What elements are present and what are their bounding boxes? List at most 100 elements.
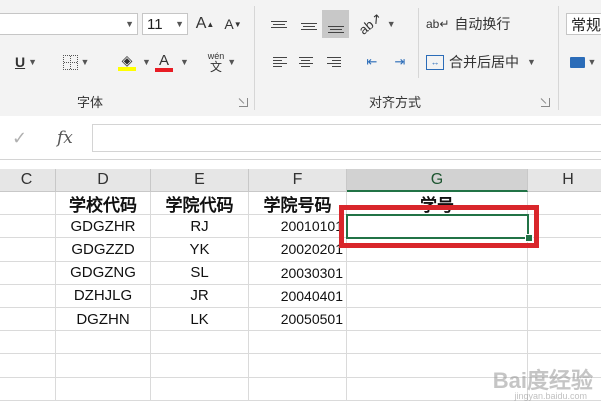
cell-d1[interactable]: 学校代码 <box>56 192 151 216</box>
cell-g5[interactable] <box>347 284 528 308</box>
cell-d5[interactable]: DZHJLG <box>56 284 151 308</box>
chevron-down-icon: ▼ <box>125 19 134 29</box>
cell-e3[interactable]: YK <box>151 238 249 262</box>
decrease-indent-icon: ⇤ <box>366 54 378 69</box>
align-center-button[interactable] <box>294 50 318 74</box>
cell-d8[interactable] <box>56 354 151 378</box>
cell-d3[interactable]: GDGZZD <box>56 238 151 262</box>
font-color-button[interactable]: A <box>152 48 176 76</box>
cell-d7[interactable] <box>56 331 151 355</box>
cell-c8[interactable] <box>0 354 56 378</box>
align-left-icon <box>273 55 287 69</box>
cell-c5[interactable] <box>0 284 56 308</box>
chevron-down-icon: ▼ <box>175 19 184 29</box>
cell-c4[interactable] <box>0 261 56 285</box>
borders-button[interactable]: ▼ <box>58 50 94 74</box>
cell-d9[interactable] <box>56 377 151 401</box>
align-right-button[interactable] <box>322 50 346 74</box>
cell-f2[interactable]: 20010101 <box>249 215 347 239</box>
bottom-align-button[interactable] <box>322 10 349 38</box>
wrap-text-icon: ab↵ <box>426 17 450 31</box>
cell-f7[interactable] <box>249 331 347 355</box>
wrap-text-button[interactable]: ab↵ 自动换行 <box>426 12 516 36</box>
cell-c3[interactable] <box>0 238 56 262</box>
orientation-button[interactable]: ab↗ ▼ <box>356 10 395 38</box>
align-top-icon <box>271 19 287 30</box>
font-name-combo[interactable]: ▼ <box>0 13 138 35</box>
merge-center-label: 合并后居中 <box>449 54 519 70</box>
column-header-d[interactable]: D <box>56 169 151 192</box>
cell-d6[interactable]: DGZHN <box>56 308 151 332</box>
paint-bucket-icon: ◈ <box>121 52 133 68</box>
fill-color-dropdown[interactable]: ▼ <box>140 56 151 68</box>
column-header-e[interactable]: E <box>151 169 249 192</box>
font-color-icon: A <box>158 51 169 69</box>
merge-center-button[interactable]: ↔ 合并后居中 ▼ <box>426 50 546 74</box>
cell-f4[interactable]: 20030301 <box>249 261 347 285</box>
decrease-indent-button[interactable]: ⇤ <box>360 50 384 74</box>
cell-f8[interactable] <box>249 354 347 378</box>
font-group-label: 字体 <box>76 95 103 110</box>
top-align-button[interactable] <box>266 12 292 36</box>
cell-e8[interactable] <box>151 354 249 378</box>
font-size-value: 11 <box>147 15 163 33</box>
underline-icon: U <box>14 54 26 70</box>
cell-e4[interactable]: SL <box>151 261 249 285</box>
cell-e6[interactable]: LK <box>151 308 249 332</box>
phonetic-guide-button[interactable]: wén 文 ▼ <box>200 48 244 76</box>
group-divider <box>254 6 255 110</box>
currency-icon <box>569 56 585 68</box>
cell-h5[interactable] <box>528 285 601 308</box>
column-header-f[interactable]: F <box>249 169 347 192</box>
cell-h7[interactable] <box>528 331 601 355</box>
align-left-button[interactable] <box>268 50 292 74</box>
cell-e1[interactable]: 学院代码 <box>151 192 249 216</box>
cell-e7[interactable] <box>151 331 249 355</box>
align-right-icon <box>327 55 341 69</box>
cell-g4[interactable] <box>347 261 528 285</box>
alignment-dialog-launcher[interactable] <box>541 98 550 107</box>
cell-f6[interactable]: 20050501 <box>249 308 347 332</box>
fill-color-swatch <box>118 67 136 71</box>
cell-f5[interactable]: 20040401 <box>249 284 347 308</box>
cell-c6[interactable] <box>0 308 56 332</box>
number-format-combo[interactable]: 常规 <box>566 13 601 35</box>
column-header-g[interactable]: G <box>347 169 528 192</box>
cell-c9[interactable] <box>0 377 56 401</box>
formula-buttons: ✓ fx <box>0 124 90 152</box>
cell-f3[interactable]: 20020201 <box>249 238 347 262</box>
cell-f9[interactable] <box>249 377 347 401</box>
cell-g7[interactable] <box>347 331 528 355</box>
cell-e9[interactable] <box>151 377 249 401</box>
insert-function-button[interactable]: fx <box>57 128 73 148</box>
align-middle-icon <box>301 17 317 32</box>
cell-c2[interactable] <box>0 215 56 239</box>
increase-font-size-button[interactable]: A ▲ <box>194 12 216 36</box>
accounting-format-button[interactable]: ▼ <box>568 50 598 74</box>
phonetic-bottom-text: 文 <box>210 60 223 74</box>
font-dialog-launcher[interactable] <box>239 98 248 107</box>
cell-c7[interactable] <box>0 331 56 355</box>
highlight-annotation-box <box>339 205 539 249</box>
underline-button[interactable]: U ▼ <box>8 50 44 74</box>
increase-indent-button[interactable]: ⇥ <box>388 50 412 74</box>
cell-f1[interactable]: 学院号码 <box>249 192 347 216</box>
cell-d4[interactable]: GDGZNG <box>56 261 151 285</box>
column-header-c[interactable]: C <box>0 169 56 192</box>
font-size-combo[interactable]: 11 ▼ <box>142 13 188 35</box>
font-color-dropdown[interactable]: ▼ <box>178 56 189 68</box>
cell-g6[interactable] <box>347 308 528 332</box>
formula-input[interactable] <box>92 124 601 152</box>
enter-check-icon[interactable]: ✓ <box>12 128 27 149</box>
align-bottom-icon <box>327 14 344 35</box>
column-header-h[interactable]: H <box>528 169 601 192</box>
formula-bar: ✓ fx <box>0 116 601 160</box>
cell-c1[interactable] <box>0 192 56 216</box>
middle-align-button[interactable] <box>296 12 322 36</box>
decrease-font-size-button[interactable]: A ▼ <box>222 12 244 36</box>
cell-d2[interactable]: GDGZHR <box>56 215 151 239</box>
cell-e5[interactable]: JR <box>151 284 249 308</box>
cell-h4[interactable] <box>528 262 601 285</box>
cell-e2[interactable]: RJ <box>151 215 249 239</box>
cell-h6[interactable] <box>528 308 601 332</box>
